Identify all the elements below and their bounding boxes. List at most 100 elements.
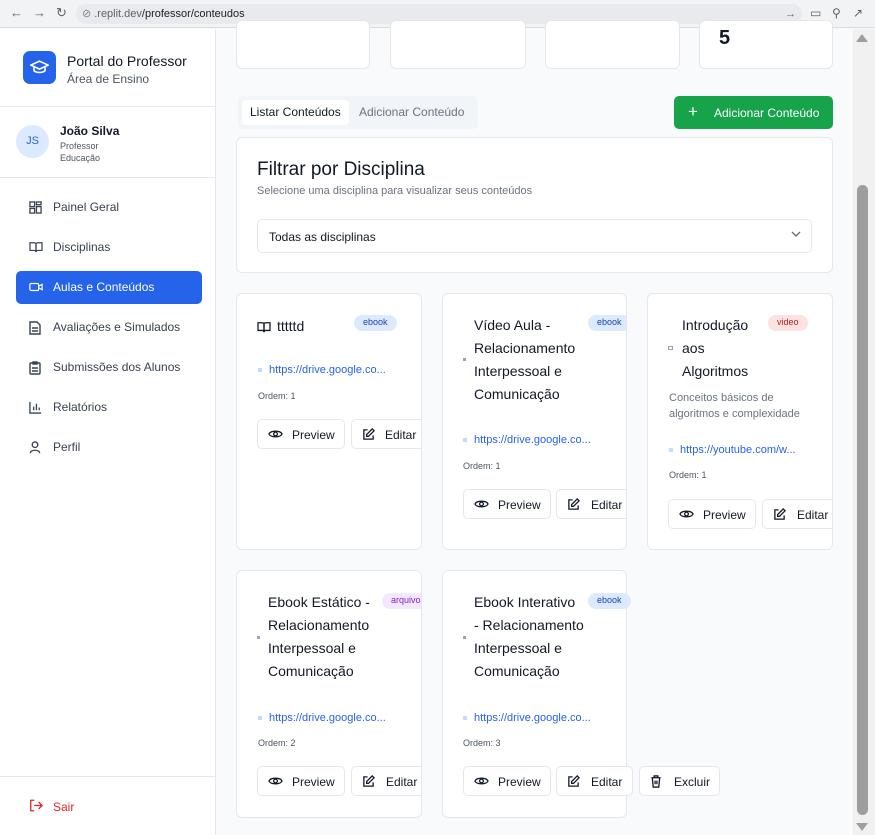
grid-icon: [29, 201, 42, 214]
edit-icon: [363, 428, 375, 440]
eye-icon: [474, 777, 489, 785]
external-link-icon: [669, 448, 673, 453]
url-path: /professor/conteudos: [141, 8, 245, 20]
sidebar-item-aulas-conteudos[interactable]: Aulas e Conteúdos: [16, 271, 202, 304]
open-external-icon[interactable]: ↗: [853, 6, 863, 20]
cast-icon[interactable]: ▭: [810, 6, 821, 20]
edit-button[interactable]: Editar: [762, 499, 832, 529]
edit-button[interactable]: Editar: [556, 766, 633, 796]
plus-icon: +: [688, 102, 698, 121]
video-icon: [463, 358, 466, 361]
content-title-line: Relacionamento: [268, 617, 370, 633]
add-content-button[interactable]: + Adicionar Conteúdo: [674, 96, 833, 129]
sidebar-item-painel-geral[interactable]: Painel Geral: [16, 191, 202, 224]
tab-listar-conteudos[interactable]: Listar Conteúdos: [242, 100, 349, 125]
stat-card: [545, 20, 680, 69]
preview-label: Preview: [498, 775, 541, 789]
edit-button[interactable]: Editar: [556, 489, 626, 519]
sidebar-item-submissoes[interactable]: Submissões dos Alunos: [16, 351, 202, 384]
content-link-text: https://drive.google.co...: [474, 434, 591, 446]
brand: Portal do Professor Área de Ensino: [23, 51, 187, 91]
content-title-line: Comunicação: [474, 386, 560, 402]
forward-icon[interactable]: →: [33, 5, 46, 20]
content-tabs: Listar Conteúdos Adicionar Conteúdo: [238, 96, 478, 129]
content-description: Conceitos básicos de algoritmos e comple…: [669, 390, 800, 422]
content-order: Ordem: 3: [463, 738, 501, 748]
preview-label: Preview: [703, 508, 746, 522]
content-title-line: Interpessoal e: [268, 640, 356, 656]
edit-label: Editar: [386, 775, 418, 789]
sidebar-item-perfil[interactable]: Perfil: [16, 431, 202, 464]
content-title-line: aos: [682, 340, 705, 356]
back-icon[interactable]: ←: [10, 5, 23, 20]
divider: [0, 106, 215, 107]
stat-card: [390, 20, 526, 69]
preview-button[interactable]: Preview: [463, 766, 551, 796]
preview-button[interactable]: Preview: [463, 489, 551, 519]
discipline-select-value: Todas as disciplinas: [269, 230, 376, 244]
sidebar-item-label: Painel Geral: [53, 200, 120, 214]
book-icon: [463, 636, 466, 639]
content-title: Ebook Interativo - Relacionamento Interp…: [474, 591, 584, 683]
scrollbar-thumb[interactable]: [857, 185, 868, 815]
type-badge: ebook: [588, 593, 631, 609]
delete-label: Excluir: [674, 775, 711, 789]
content-title: tttttd: [277, 318, 305, 334]
content-card: Introdução aos Algoritmos video Conceito…: [647, 293, 833, 550]
type-badge: ebook: [588, 315, 626, 331]
preview-button[interactable]: Preview: [668, 499, 756, 529]
scroll-down-icon[interactable]: [856, 823, 868, 831]
graduation-cap-icon: [23, 51, 56, 84]
reload-icon[interactable]: ↻: [56, 5, 67, 21]
scroll-up-icon[interactable]: [856, 34, 868, 42]
divider: [0, 177, 215, 178]
content-link[interactable]: https://youtube.com/w...: [669, 444, 796, 456]
content-link[interactable]: https://drive.google.co...: [463, 434, 591, 446]
content-title-line: Interpessoal e: [474, 363, 562, 379]
content-link[interactable]: https://drive.google.co...: [258, 712, 386, 724]
external-link-icon: [463, 716, 467, 721]
preview-button[interactable]: Preview: [257, 419, 345, 449]
sidebar-item-disciplinas[interactable]: Disciplinas: [16, 231, 202, 264]
tab-adicionar-conteudo[interactable]: Adicionar Conteúdo: [351, 100, 472, 125]
file-text-icon: [29, 321, 41, 335]
content-order: Ordem: 1: [669, 470, 707, 480]
content-link[interactable]: https://drive.google.co...: [463, 712, 591, 724]
edit-icon: [774, 508, 786, 520]
stat-card: [236, 20, 370, 69]
content-title-line: Comunicação: [474, 663, 560, 679]
add-content-label: Adicionar Conteúdo: [714, 106, 820, 120]
video-icon: [29, 282, 43, 292]
content-link-text: https://youtube.com/w...: [680, 444, 796, 456]
content-title: Ebook Estático - Relacionamento Interpes…: [268, 591, 370, 683]
stat-value: 5: [719, 27, 731, 49]
sidebar-item-relatorios[interactable]: Relatórios: [16, 391, 202, 424]
content-card: Vídeo Aula - Relacionamento Interpessoal…: [442, 293, 627, 550]
filter-card: Filtrar por Disciplina Selecione uma dis…: [236, 137, 833, 273]
clipboard-icon: [29, 361, 41, 375]
content-title-line: - Relacionamento: [474, 617, 584, 633]
edit-button[interactable]: Editar: [351, 419, 421, 449]
book-open-icon: [29, 242, 43, 253]
link-icon: ⊘: [82, 8, 92, 20]
file-icon: [257, 636, 260, 639]
content-order: Ordem: 1: [258, 391, 296, 401]
preview-button[interactable]: Preview: [257, 766, 345, 796]
content-link-text: https://drive.google.co...: [474, 712, 591, 724]
sidebar-item-avaliacoes[interactable]: Avaliações e Simulados: [16, 311, 202, 344]
sidebar-item-label: Avaliações e Simulados: [53, 320, 181, 334]
edit-label: Editar: [385, 428, 417, 442]
user-name: João Silva: [60, 124, 120, 138]
book-open-icon: [257, 322, 271, 333]
content-link[interactable]: https://drive.google.co...: [258, 364, 386, 376]
sidebar-item-label: Perfil: [53, 440, 81, 454]
wrench-icon[interactable]: ⚲: [832, 6, 841, 20]
edit-icon: [568, 775, 580, 787]
discipline-select[interactable]: Todas as disciplinas: [257, 219, 812, 253]
external-link-icon: [258, 368, 262, 373]
logout-button[interactable]: Sair: [16, 790, 202, 823]
delete-button[interactable]: Excluir: [639, 766, 720, 796]
content-description-line: Conceitos básicos de: [669, 392, 774, 404]
edit-button[interactable]: Editar: [351, 766, 421, 796]
content-title: Introdução aos Algoritmos: [682, 314, 748, 383]
